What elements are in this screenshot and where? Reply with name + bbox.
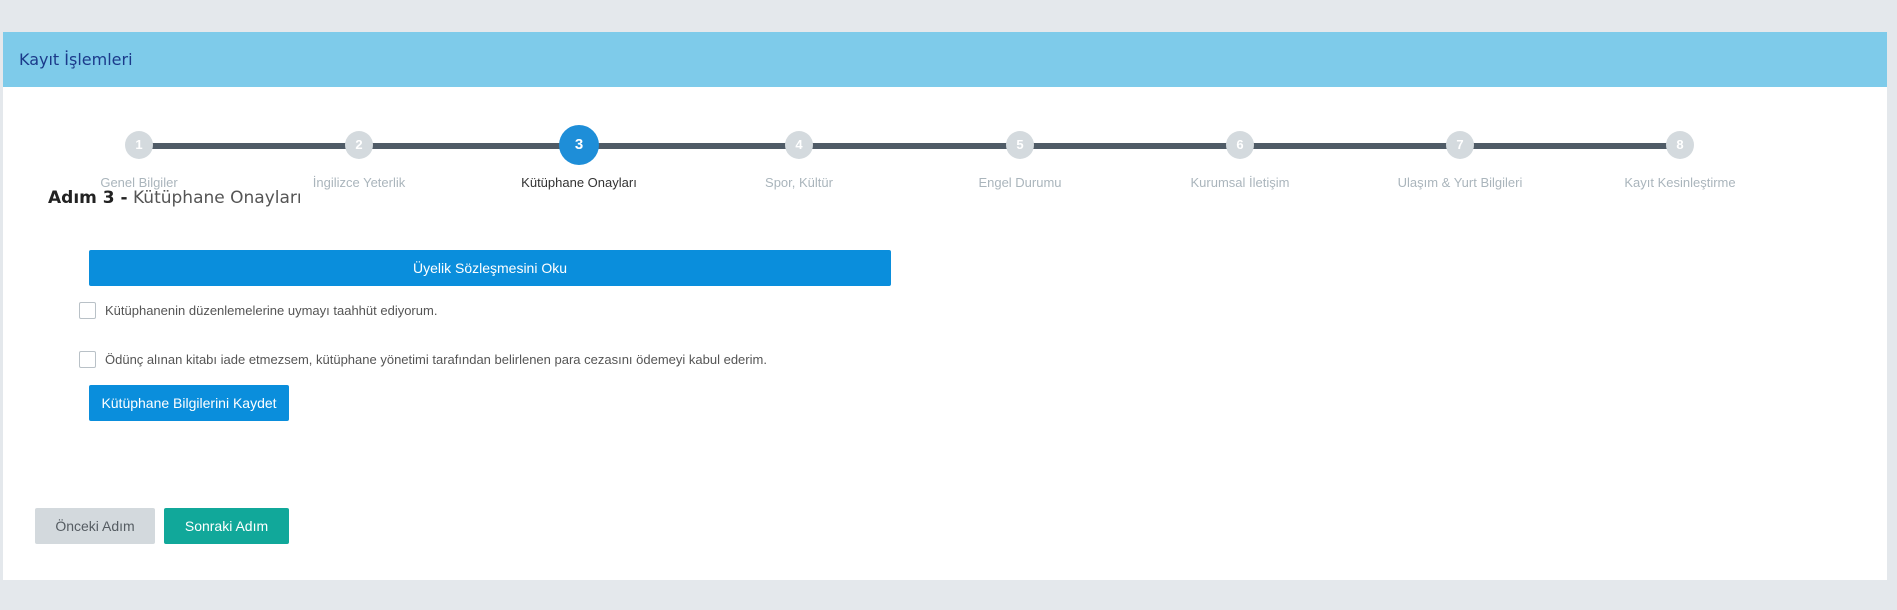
- step-2-dot: 2: [345, 131, 373, 159]
- fine-agreement-check-row: Ödünç alınan kitabı iade etmezsem, kütüp…: [79, 351, 767, 368]
- fine-agreement-checkbox[interactable]: [79, 351, 96, 368]
- step-8-label: Kayıt Kesinleştirme: [1624, 175, 1736, 190]
- panel-title: Kayıt İşlemleri: [19, 50, 133, 69]
- library-rules-label[interactable]: Kütüphanenin düzenlemelerine uymayı taah…: [105, 303, 437, 318]
- read-membership-contract-button[interactable]: Üyelik Sözleşmesini Oku: [89, 250, 891, 286]
- library-rules-checkbox[interactable]: [79, 302, 96, 319]
- previous-step-button[interactable]: Önceki Adım: [35, 508, 155, 544]
- step-3-dot: 3: [559, 125, 599, 165]
- step-1-dot: 1: [125, 131, 153, 159]
- step-3-label: Kütüphane Onayları: [521, 175, 637, 190]
- step-7-dot: 7: [1446, 131, 1474, 159]
- step-4-dot: 4: [785, 131, 813, 159]
- step-8-dot: 8: [1666, 131, 1694, 159]
- fine-agreement-label[interactable]: Ödünç alınan kitabı iade etmezsem, kütüp…: [105, 352, 767, 367]
- registration-panel: Kayıt İşlemleri 1 Genel Bilgiler 2 İngil…: [3, 32, 1887, 580]
- step-4-label: Spor, Kültür: [765, 175, 833, 190]
- step-5-dot: 5: [1006, 131, 1034, 159]
- step-5-label: Engel Durumu: [978, 175, 1062, 190]
- step-6-label: Kurumsal İletişim: [1190, 175, 1290, 190]
- step-heading-title: Kütüphane Onayları: [133, 188, 302, 208]
- step-6-dot: 6: [1226, 131, 1254, 159]
- wizard-stepper: 1 Genel Bilgiler 2 İngilizce Yeterlik 3 …: [3, 87, 1887, 190]
- step-heading-number: Adım 3 -: [48, 188, 128, 208]
- library-rules-check-row: Kütüphanenin düzenlemelerine uymayı taah…: [79, 302, 437, 319]
- save-library-info-button[interactable]: Kütüphane Bilgilerini Kaydet: [89, 385, 289, 421]
- panel-header: Kayıt İşlemleri: [3, 32, 1887, 87]
- step-heading: Adım 3 - Kütüphane Onayları: [48, 188, 302, 208]
- next-step-button[interactable]: Sonraki Adım: [164, 508, 289, 544]
- step-7-label: Ulaşım & Yurt Bilgileri: [1397, 175, 1523, 190]
